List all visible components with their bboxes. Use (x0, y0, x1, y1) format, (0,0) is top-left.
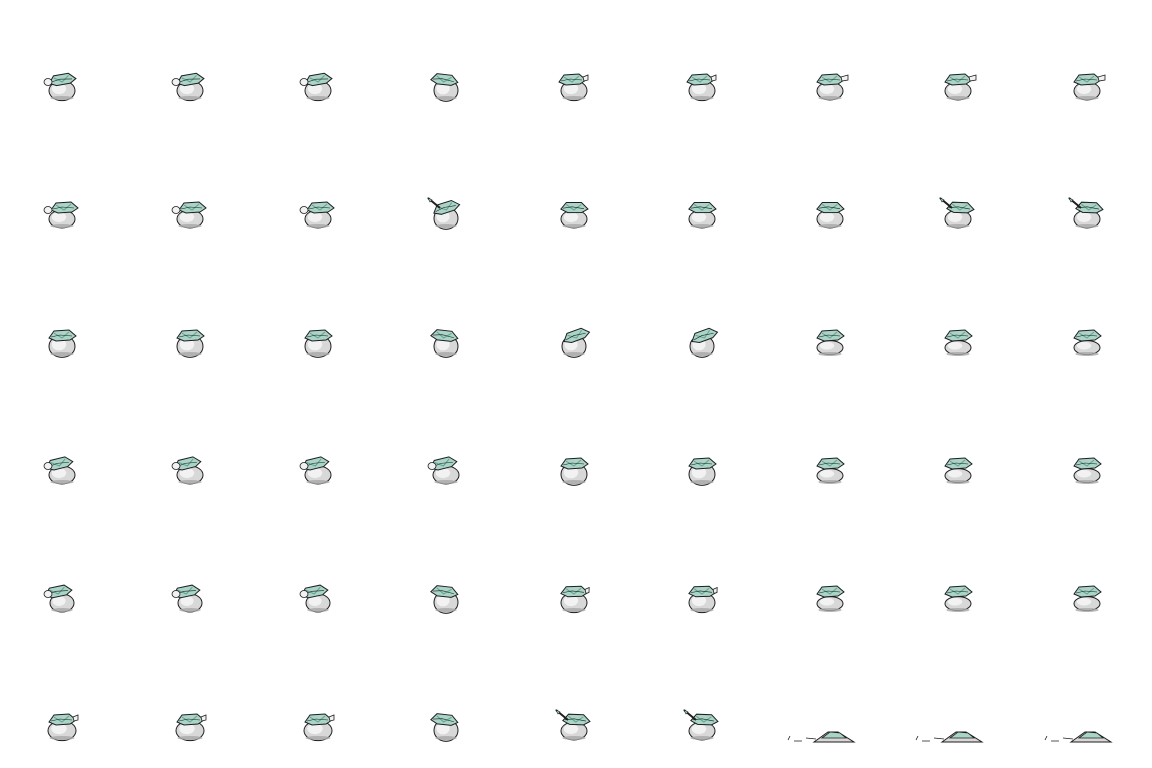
sprite-frame-wave (552, 580, 596, 616)
sprite-frame-turn (424, 708, 468, 744)
sprite-sheet (0, 0, 1152, 768)
sprite-frame-swipe (936, 196, 980, 232)
sprite-frame-reach (680, 68, 724, 104)
sprite-frame-look-left (168, 196, 212, 232)
sprite-frame-crouch (808, 580, 852, 616)
sprite-frame-wide (168, 708, 212, 744)
sprite-frame-wave (680, 580, 724, 616)
sprite-frame-idle-a (296, 68, 340, 104)
sprite-frame-stand (680, 452, 724, 488)
sprite-frame-idle-a (40, 68, 84, 104)
sprite-frame-stand (168, 324, 212, 360)
sprite-frame-raise (424, 196, 468, 232)
sprite-frame-crouch (1065, 324, 1109, 360)
sprite-frame-twist (168, 452, 212, 488)
sprite-frame-look-right (808, 68, 852, 104)
sprite-frame-idle-a (168, 68, 212, 104)
sprite-frame-hunch (680, 196, 724, 232)
sprite-frame-swipe (552, 708, 596, 744)
sprite-frame-swipe (680, 708, 724, 744)
sprite-frame-side (168, 580, 212, 616)
sprite-frame-twist (40, 452, 84, 488)
sprite-frame-look-right (936, 68, 980, 104)
sprite-frame-flat (1044, 708, 1113, 744)
sprite-frame-wide (296, 708, 340, 744)
sprite-frame-lean (552, 324, 596, 360)
sprite-frame-crouch (936, 580, 980, 616)
sprite-frame-turn (424, 68, 468, 104)
sprite-frame-swipe (1065, 196, 1109, 232)
sprite-frame-twist (424, 452, 468, 488)
sprite-frame-side (40, 580, 84, 616)
sprite-frame-crouch (808, 452, 852, 488)
sprite-frame-stand (552, 452, 596, 488)
sprite-frame-wide (40, 708, 84, 744)
sprite-frame-crouch (936, 324, 980, 360)
sprite-frame-crouch (936, 452, 980, 488)
sprite-frame-lean (680, 324, 724, 360)
sprite-frame-look-left (40, 196, 84, 232)
sprite-frame-reach (552, 68, 596, 104)
sprite-frame-crouch (1065, 452, 1109, 488)
sprite-frame-twist (296, 452, 340, 488)
sprite-frame-crouch (808, 324, 852, 360)
sprite-frame-side (296, 580, 340, 616)
sprite-frame-hunch (808, 196, 852, 232)
sprite-frame-turn (424, 324, 468, 360)
sprite-frame-stand (296, 324, 340, 360)
sprite-frame-crouch (1065, 580, 1109, 616)
sprite-frame-flat (787, 708, 856, 744)
sprite-frame-hunch (552, 196, 596, 232)
sprite-frame-flat (915, 708, 984, 744)
sprite-frame-turn (424, 580, 468, 616)
sprite-frame-look-right (1065, 68, 1109, 104)
sprite-frame-stand (40, 324, 84, 360)
sprite-frame-look-left (296, 196, 340, 232)
